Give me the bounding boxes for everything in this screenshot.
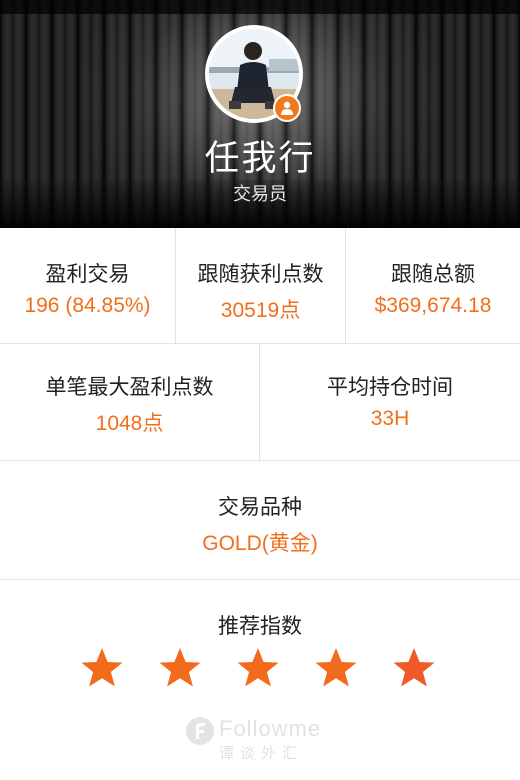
- stats-row-2: 单笔最大盈利点数 1048点 平均持仓时间 33H: [0, 344, 520, 461]
- star-icon: [81, 648, 123, 687]
- watermark-sub: 谭谈外汇: [219, 745, 304, 762]
- trader-name: 任我行: [204, 139, 316, 178]
- star-icon: [315, 648, 357, 687]
- stat-trading-instrument: 交易品种 GOLD(黄金): [0, 461, 520, 579]
- recommendation-label: 推荐指数: [218, 615, 302, 638]
- stat-value: 196 (84.85%): [24, 294, 151, 317]
- stat-label: 平均持仓时间: [327, 376, 453, 399]
- stat-label: 跟随总额: [391, 263, 475, 286]
- stat-follow-profit-points: 跟随获利点数 30519点: [175, 228, 345, 343]
- stat-value: GOLD(黄金): [202, 532, 318, 555]
- watermark-brand: Followme: [219, 716, 322, 741]
- rating-stars: [0, 646, 520, 692]
- stat-value: 33H: [370, 407, 410, 430]
- stat-follow-total: 跟随总额 $369,674.18: [345, 228, 520, 343]
- stat-label: 交易品种: [218, 496, 302, 519]
- stat-label: 单笔最大盈利点数: [45, 376, 214, 399]
- trader-badge-icon: [273, 94, 301, 122]
- star-icon: [393, 648, 435, 687]
- followme-logo-icon: [186, 717, 214, 745]
- stat-label: 跟随获利点数: [197, 263, 324, 286]
- trader-role: 交易员: [233, 184, 287, 204]
- stat-label: 盈利交易: [45, 263, 130, 286]
- stat-value: 1048点: [95, 412, 164, 435]
- stat-profitable-trades: 盈利交易 196 (84.85%): [0, 228, 175, 343]
- star-icon: [237, 648, 279, 687]
- stat-value: 30519点: [220, 299, 301, 322]
- stats-row-3: 交易品种 GOLD(黄金): [0, 461, 520, 580]
- star-icon: [159, 648, 201, 687]
- followme-watermark: Followme 谭谈外汇: [185, 714, 335, 764]
- stat-avg-holding-time: 平均持仓时间 33H: [259, 344, 520, 460]
- stats-row-1: 盈利交易 196 (84.85%) 跟随获利点数 30519点 跟随总额 $36…: [0, 228, 520, 344]
- stat-max-single-profit: 单笔最大盈利点数 1048点: [0, 344, 259, 460]
- stat-value: $369,674.18: [374, 294, 492, 317]
